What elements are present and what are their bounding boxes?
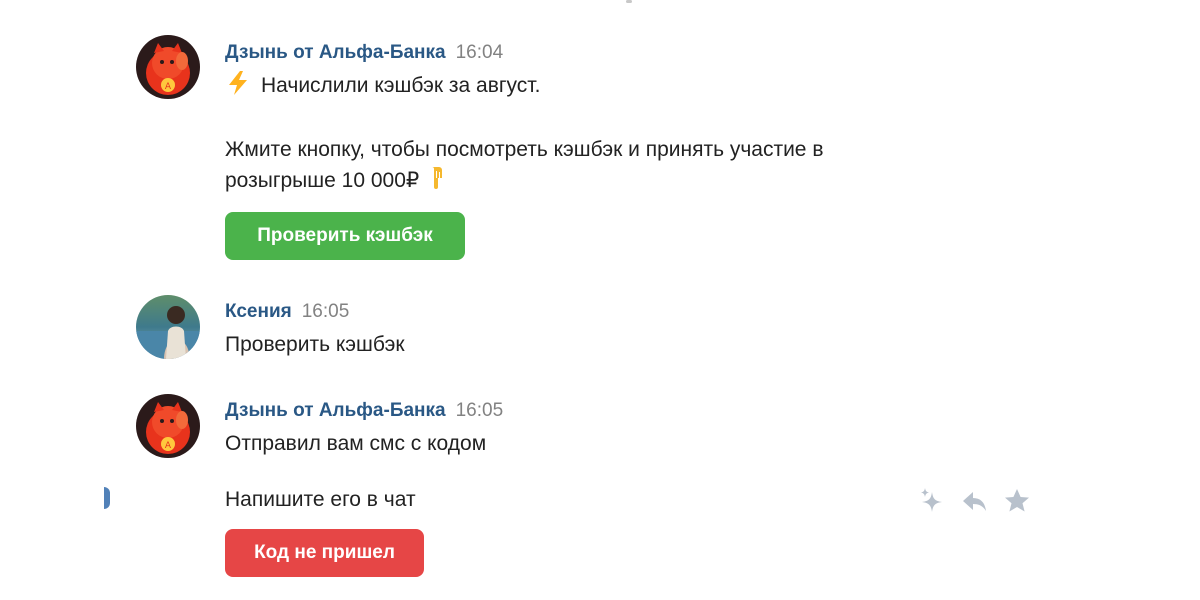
message-header: Ксения 16:05 xyxy=(225,301,349,323)
sender-name[interactable]: Ксения xyxy=(225,301,292,322)
user-avatar[interactable] xyxy=(136,295,200,359)
message-time[interactable]: 16:05 xyxy=(456,400,504,421)
code-not-received-button[interactable]: Код не пришел xyxy=(225,529,424,577)
reply-icon[interactable] xyxy=(960,486,990,516)
svg-text:A: A xyxy=(165,82,172,92)
svg-text:A: A xyxy=(165,441,172,451)
message-text: Жмите кнопку, чтобы посмотреть кэшбэк и … xyxy=(225,138,824,161)
message-time[interactable]: 16:05 xyxy=(302,301,350,322)
message-text: Отправил вам смс с кодом xyxy=(225,432,487,455)
message-text: Проверить кэшбэк xyxy=(225,333,405,356)
message-text: Начислили кэшбэк за август. xyxy=(261,74,541,97)
message-text-line: Проверить кэшбэк xyxy=(225,329,405,361)
message-text-line: Напишите его в чат xyxy=(225,484,416,516)
message-text: розыгрыше 10 000₽ xyxy=(225,169,420,192)
message-text-line: Отправил вам смс с кодом xyxy=(225,428,486,460)
unread-indicator xyxy=(104,487,110,509)
sparkle-icon[interactable] xyxy=(918,486,948,516)
bank-avatar[interactable]: A xyxy=(136,394,200,458)
sender-name[interactable]: Дзынь от Альфа-Банка xyxy=(225,42,446,63)
sender-name[interactable]: Дзынь от Альфа-Банка xyxy=(225,400,446,421)
message-text-line: розыгрыше 10 000₽ xyxy=(225,165,449,197)
star-icon[interactable] xyxy=(1002,486,1032,516)
top-scroll-indicator xyxy=(626,0,632,3)
message-actions xyxy=(918,486,1032,516)
lightning-emoji-icon xyxy=(225,70,251,96)
message-text-line: Жмите кнопку, чтобы посмотреть кэшбэк и … xyxy=(225,134,823,166)
message-header: Дзынь от Альфа-Банка 16:04 xyxy=(225,42,503,64)
message-header: Дзынь от Альфа-Банка 16:05 xyxy=(225,400,503,422)
message-time[interactable]: 16:04 xyxy=(456,42,504,63)
pointing-down-emoji-icon xyxy=(423,165,449,191)
check-cashback-button[interactable]: Проверить кэшбэк xyxy=(225,212,465,260)
bank-avatar[interactable]: A xyxy=(136,35,200,99)
message-text-line: Начислили кэшбэк за август. xyxy=(225,70,540,102)
message-text: Напишите его в чат xyxy=(225,488,416,511)
